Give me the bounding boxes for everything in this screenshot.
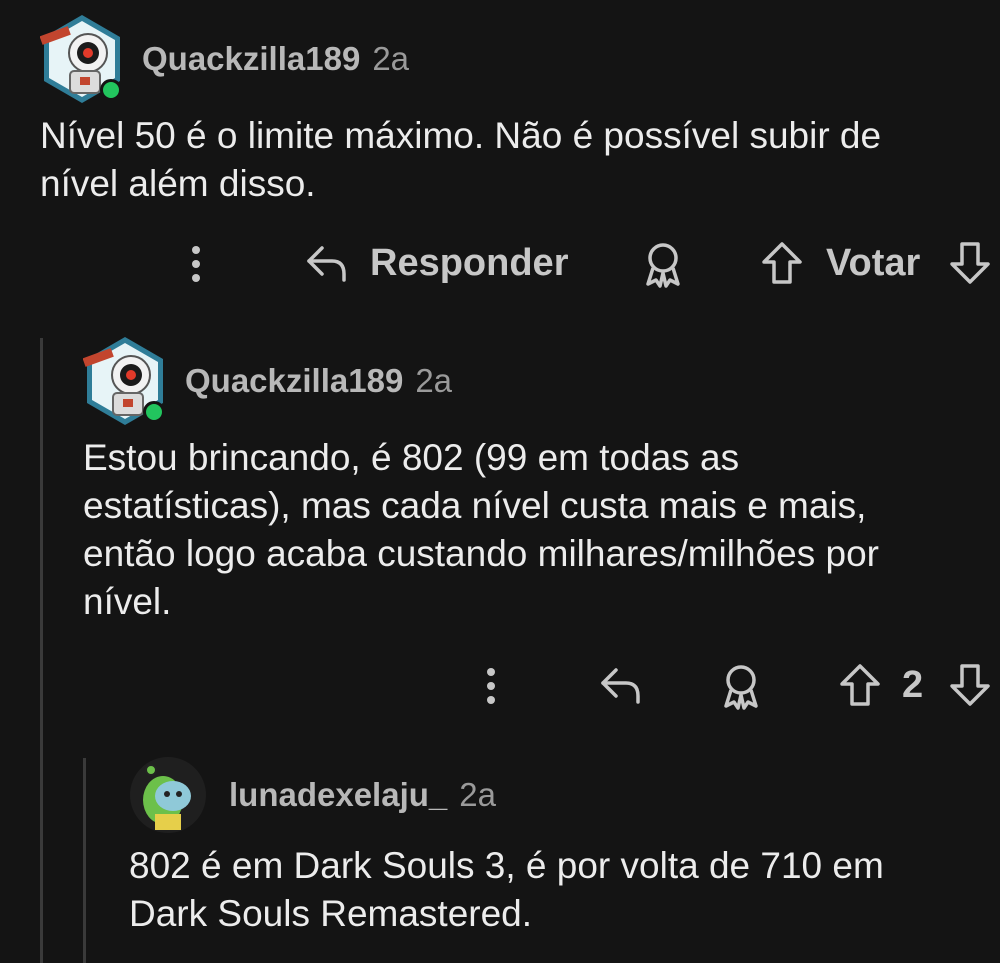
- online-status-indicator: [100, 79, 122, 101]
- award-button[interactable]: [640, 240, 686, 288]
- more-options-button[interactable]: [479, 664, 503, 708]
- online-status-indicator: [143, 401, 165, 423]
- thread-line-level-1[interactable]: [40, 338, 43, 963]
- downvote-button[interactable]: [948, 240, 992, 286]
- comment: lunadexelaju_ 2a 802 é em Dark Souls 3, …: [129, 752, 989, 938]
- upvote-arrow-icon: [840, 664, 880, 706]
- comment-age[interactable]: 2a: [415, 362, 452, 400]
- comment-meta: Quackzilla189 2a: [40, 14, 990, 104]
- vote-count: 2: [902, 663, 924, 706]
- reply-arrow-icon: [601, 668, 640, 704]
- thread-line-level-2[interactable]: [83, 758, 86, 963]
- comment: Quackzilla189 2a Nível 50 é o limite máx…: [40, 14, 990, 208]
- avatar[interactable]: [129, 756, 207, 834]
- award-icon: [646, 243, 680, 288]
- downvote-arrow-icon: [950, 242, 990, 284]
- downvote-button[interactable]: [948, 662, 992, 708]
- username[interactable]: lunadexelaju_: [229, 776, 447, 814]
- avatar[interactable]: [40, 13, 124, 105]
- award-button[interactable]: [718, 662, 764, 710]
- upvote-button[interactable]: Votar: [760, 240, 920, 286]
- comment-meta: Quackzilla189 2a: [83, 336, 998, 426]
- upvote-button[interactable]: 2: [838, 662, 923, 708]
- more-options-button[interactable]: [184, 242, 208, 286]
- username[interactable]: Quackzilla189: [142, 40, 360, 78]
- reply-button[interactable]: [598, 662, 644, 708]
- comment-actions: 2: [0, 658, 1000, 714]
- reply-arrow-icon: [307, 246, 346, 282]
- username[interactable]: Quackzilla189: [185, 362, 403, 400]
- comment-actions: Responder Votar: [0, 236, 1000, 292]
- comment-body: Estou brincando, é 802 (99 em todas as e…: [83, 437, 879, 622]
- comment-meta: lunadexelaju_ 2a: [129, 752, 989, 838]
- award-icon: [724, 665, 758, 710]
- avatar[interactable]: [83, 335, 167, 427]
- downvote-arrow-icon: [950, 664, 990, 706]
- more-vertical-icon: [192, 246, 200, 282]
- comment-age[interactable]: 2a: [459, 776, 496, 814]
- reply-button[interactable]: Responder: [304, 240, 568, 286]
- reply-label: Responder: [370, 241, 569, 284]
- snoo-avatar-icon: [130, 757, 206, 833]
- upvote-arrow-icon: [762, 242, 802, 284]
- more-vertical-icon: [487, 668, 495, 704]
- comment-body: 802 é em Dark Souls 3, é por volta de 71…: [129, 845, 884, 934]
- comment-body: Nível 50 é o limite máximo. Não é possív…: [40, 115, 882, 204]
- comment-age[interactable]: 2a: [372, 40, 409, 78]
- comment: Quackzilla189 2a Estou brincando, é 802 …: [83, 336, 998, 626]
- vote-label: Votar: [826, 241, 921, 284]
